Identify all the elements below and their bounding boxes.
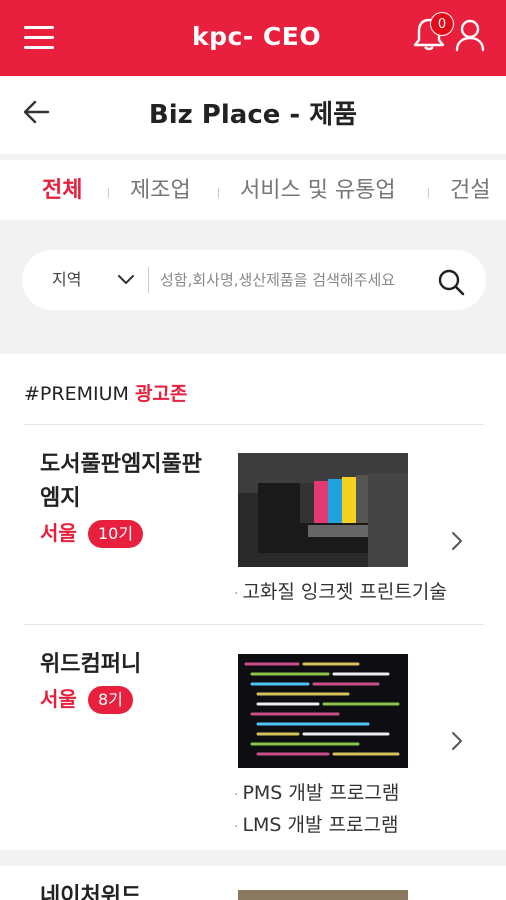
product-tag-text: 고화질 잉크젯 프린트기술 xyxy=(242,581,447,603)
tab-divider xyxy=(108,188,109,198)
search-bar: 지역 xyxy=(22,250,486,310)
product-list: #PREMIUM 광고존 도서풀판엠지풀판엠지 서울 10기 · 고화질 잉크젯 … xyxy=(0,354,506,850)
premium-highlight: 광고존 xyxy=(134,383,188,405)
company-name: 네이처위드 xyxy=(40,884,142,900)
region-select[interactable]: 지역 xyxy=(52,268,81,292)
ink-cartridges-image xyxy=(238,453,408,567)
premium-heading: #PREMIUM 광고존 xyxy=(24,378,187,410)
code-screen-image xyxy=(238,654,408,768)
product-photo xyxy=(238,890,408,900)
product-tag-text: LMS 개발 프로그램 xyxy=(242,814,399,836)
company-name: 위드컴퍼니 xyxy=(40,652,142,677)
tab-divider xyxy=(218,188,219,198)
chevron-right-icon[interactable] xyxy=(448,730,466,752)
app-logo[interactable]: kpc- CEO xyxy=(192,20,321,54)
tab-construction[interactable]: 건설 xyxy=(450,174,490,208)
search-icon[interactable] xyxy=(436,267,466,297)
notification-badge: 0 xyxy=(430,12,454,36)
company-name: 도서풀판엠지풀판엠지 xyxy=(40,452,202,511)
tab-divider xyxy=(428,188,429,198)
product-tag: · 고화질 잉크젯 프린트기술 xyxy=(234,581,447,603)
search-divider xyxy=(148,267,149,293)
ink-cartridges-photo xyxy=(238,453,408,567)
tab-manufacturing[interactable]: 제조업 xyxy=(130,174,191,208)
category-tabs: 전체 제조업 서비스 및 유통업 건설 xyxy=(0,160,506,220)
location-label: 서울 xyxy=(40,521,77,545)
user-icon[interactable] xyxy=(454,18,486,52)
list-item[interactable]: 위드컴퍼니 서울 8기 · PMS 개발 프로그램 · LMS 개발 프로그램 xyxy=(0,624,506,850)
location-label: 서울 xyxy=(40,687,77,711)
product-tag: · LMS 개발 프로그램 xyxy=(234,814,399,836)
generation-badge: 10기 xyxy=(88,520,144,548)
chevron-down-icon[interactable] xyxy=(116,269,136,289)
code-screen-photo xyxy=(238,654,408,768)
page-header: Biz Place - 제품 xyxy=(0,76,506,154)
generation-badge: 8기 xyxy=(88,686,133,714)
search-input[interactable] xyxy=(160,266,436,294)
tab-service-distribution[interactable]: 서비스 및 유통업 xyxy=(240,174,396,208)
product-tag: · PMS 개발 프로그램 xyxy=(234,782,400,804)
list-item[interactable]: 도서풀판엠지풀판엠지 서울 10기 · 고화질 잉크젯 프린트기술 xyxy=(0,424,506,624)
top-app-bar: kpc- CEO 0 xyxy=(0,0,506,76)
page-title: Biz Place - 제품 xyxy=(148,100,358,130)
premium-prefix: #PREMIUM xyxy=(24,383,129,405)
tab-all[interactable]: 전체 xyxy=(42,174,82,208)
hamburger-icon[interactable] xyxy=(24,26,54,50)
list-item[interactable]: 네이처위드 xyxy=(0,866,506,900)
product-tag-text: PMS 개발 프로그램 xyxy=(242,782,400,804)
chevron-right-icon[interactable] xyxy=(448,530,466,552)
